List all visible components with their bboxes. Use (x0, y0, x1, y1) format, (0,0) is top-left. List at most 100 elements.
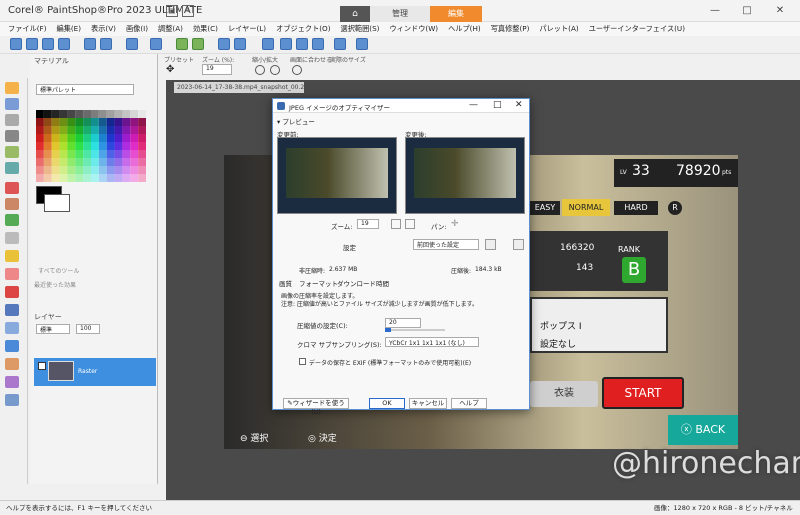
menu-photo[interactable]: 写真修整(P) (491, 24, 530, 34)
tab-download[interactable]: ダウンロード時間 (337, 278, 389, 288)
paint-brush-icon[interactable] (5, 250, 19, 262)
fill-tool-icon[interactable] (5, 340, 19, 352)
open-icon[interactable] (26, 38, 38, 50)
pan-tool-icon[interactable]: ✥ (166, 64, 180, 76)
save-as-icon[interactable] (100, 38, 112, 50)
edit-icon[interactable]: ✎ (182, 5, 194, 17)
help-button[interactable]: ヘルプ (451, 398, 487, 409)
eyedropper-tool-icon[interactable] (5, 130, 19, 142)
cancel-button[interactable]: キャンセル (409, 398, 447, 409)
pan-tool-icon[interactable] (5, 82, 19, 94)
menu-ui[interactable]: ユーザーインターフェイス(U) (589, 24, 685, 34)
before-preview[interactable] (277, 137, 397, 214)
dialog-zoom-in-icon[interactable] (405, 219, 415, 229)
undo-icon[interactable] (176, 38, 188, 50)
clone-icon[interactable] (356, 38, 368, 50)
menu-adjust[interactable]: 調整(A) (158, 24, 183, 34)
dialog-minimize-icon[interactable]: — (469, 100, 478, 110)
rotate-icon[interactable] (334, 38, 346, 50)
settings-select[interactable]: 前回使った設定 (413, 239, 479, 250)
minimize-button[interactable]: — (700, 4, 730, 18)
ok-button[interactable]: OK (369, 398, 405, 409)
wizard-button[interactable]: ✎ウィザードを使う(U) (283, 398, 349, 416)
shape-tool-icon[interactable] (5, 322, 19, 334)
menu-view[interactable]: 表示(V) (91, 24, 116, 34)
text-tool-icon[interactable] (5, 304, 19, 316)
document-tab[interactable]: 2023-06-14_17-38-38.mp4_snapshot_00.22_.… (174, 82, 304, 93)
crop-tool-icon[interactable] (5, 146, 19, 158)
pen-tool-icon[interactable] (5, 358, 19, 370)
palette-select[interactable]: 標準パレット (36, 84, 134, 95)
scan-icon[interactable] (58, 38, 70, 50)
paste-icon[interactable] (262, 38, 274, 50)
menu-file[interactable]: ファイル(F) (8, 24, 47, 34)
palette-swatch (114, 110, 123, 118)
preview-toggle[interactable]: ▾ プレビュー (277, 116, 315, 126)
menu-window[interactable]: ウィンドウ(W) (389, 24, 438, 34)
dialog-zoom-input[interactable]: 19 (357, 219, 379, 229)
fit-screen-icon[interactable] (292, 65, 302, 75)
makeover-tool-icon[interactable] (5, 198, 19, 210)
all-tools-label: すべてのツール (38, 268, 80, 275)
tab-quality[interactable]: 画質 (279, 278, 292, 288)
zoom-out-option-icon[interactable] (255, 65, 265, 75)
red-eye-tool-icon[interactable] (5, 182, 19, 194)
zoom-in-option-icon[interactable] (270, 65, 280, 75)
new-icon[interactable] (10, 38, 22, 50)
warp-tool-icon[interactable] (5, 376, 19, 388)
dialog-zoom-out-icon[interactable] (391, 219, 401, 229)
maximize-button[interactable]: □ (732, 4, 762, 18)
menu-selections[interactable]: 選択範囲(S) (341, 24, 380, 34)
background-color-swatch[interactable] (44, 194, 70, 212)
menu-edit[interactable]: 編集(E) (57, 24, 82, 34)
dialog-maximize-icon[interactable]: □ (493, 100, 502, 110)
layer-row[interactable]: Raster (34, 358, 156, 386)
print-icon[interactable] (126, 38, 138, 50)
menu-effects[interactable]: 効果(C) (193, 24, 218, 34)
palette-swatch (122, 134, 131, 142)
tab-format[interactable]: フォーマット (299, 278, 338, 288)
zoom-out-icon[interactable] (280, 38, 292, 50)
dialog-close-icon[interactable]: ✕ (515, 100, 523, 110)
menu-layers[interactable]: レイヤー(L) (228, 24, 266, 34)
pick-tool-icon[interactable] (5, 98, 19, 110)
compress-slider[interactable] (385, 328, 445, 332)
opacity-input[interactable]: 100 (76, 324, 100, 334)
browse-icon[interactable] (42, 38, 54, 50)
menu-image[interactable]: 画像(I) (126, 24, 148, 34)
exif-checkbox[interactable] (299, 358, 306, 365)
settings-delete-icon[interactable] (513, 239, 524, 250)
fit-icon[interactable] (312, 38, 324, 50)
home-tab[interactable]: ⌂ (340, 6, 370, 22)
crop-icon[interactable] (150, 38, 162, 50)
after-preview[interactable] (405, 137, 525, 214)
mesh-tool-icon[interactable] (5, 394, 19, 406)
tab-manage[interactable]: 管理 (370, 6, 430, 22)
menu-help[interactable]: ヘルプ(H) (448, 24, 481, 34)
zoom-input[interactable]: 19 (202, 64, 232, 75)
compress-input[interactable]: 20 (385, 318, 421, 328)
menu-palettes[interactable]: パレット(A) (539, 24, 578, 34)
tab-edit[interactable]: 編集 (430, 6, 482, 22)
redo-icon[interactable] (192, 38, 204, 50)
straighten-tool-icon[interactable] (5, 162, 19, 174)
save-quick-icon[interactable]: ▣ (166, 5, 178, 17)
smudge-tool-icon[interactable] (5, 286, 19, 298)
selection-tool-icon[interactable] (5, 114, 19, 126)
blend-mode-select[interactable]: 標準 (36, 324, 70, 334)
color-palette[interactable] (36, 110, 146, 182)
cut-icon[interactable] (218, 38, 230, 50)
close-button[interactable]: ✕ (765, 4, 795, 18)
chroma-select[interactable]: YCbCr 1x1 1x1 1x1 (なし) (385, 337, 479, 347)
background-eraser-icon[interactable] (5, 232, 19, 244)
copy-icon[interactable] (234, 38, 246, 50)
save-icon[interactable] (84, 38, 96, 50)
pan-cross-icon[interactable]: ✛ (451, 219, 459, 229)
menu-objects[interactable]: オブジェクト(O) (276, 24, 330, 34)
visibility-icon[interactable] (38, 362, 46, 370)
dodge-tool-icon[interactable] (5, 268, 19, 280)
clone-brush-icon[interactable] (5, 214, 19, 226)
settings-save-icon[interactable] (485, 239, 496, 250)
palette-swatch (59, 118, 68, 126)
zoom-in-icon[interactable] (296, 38, 308, 50)
